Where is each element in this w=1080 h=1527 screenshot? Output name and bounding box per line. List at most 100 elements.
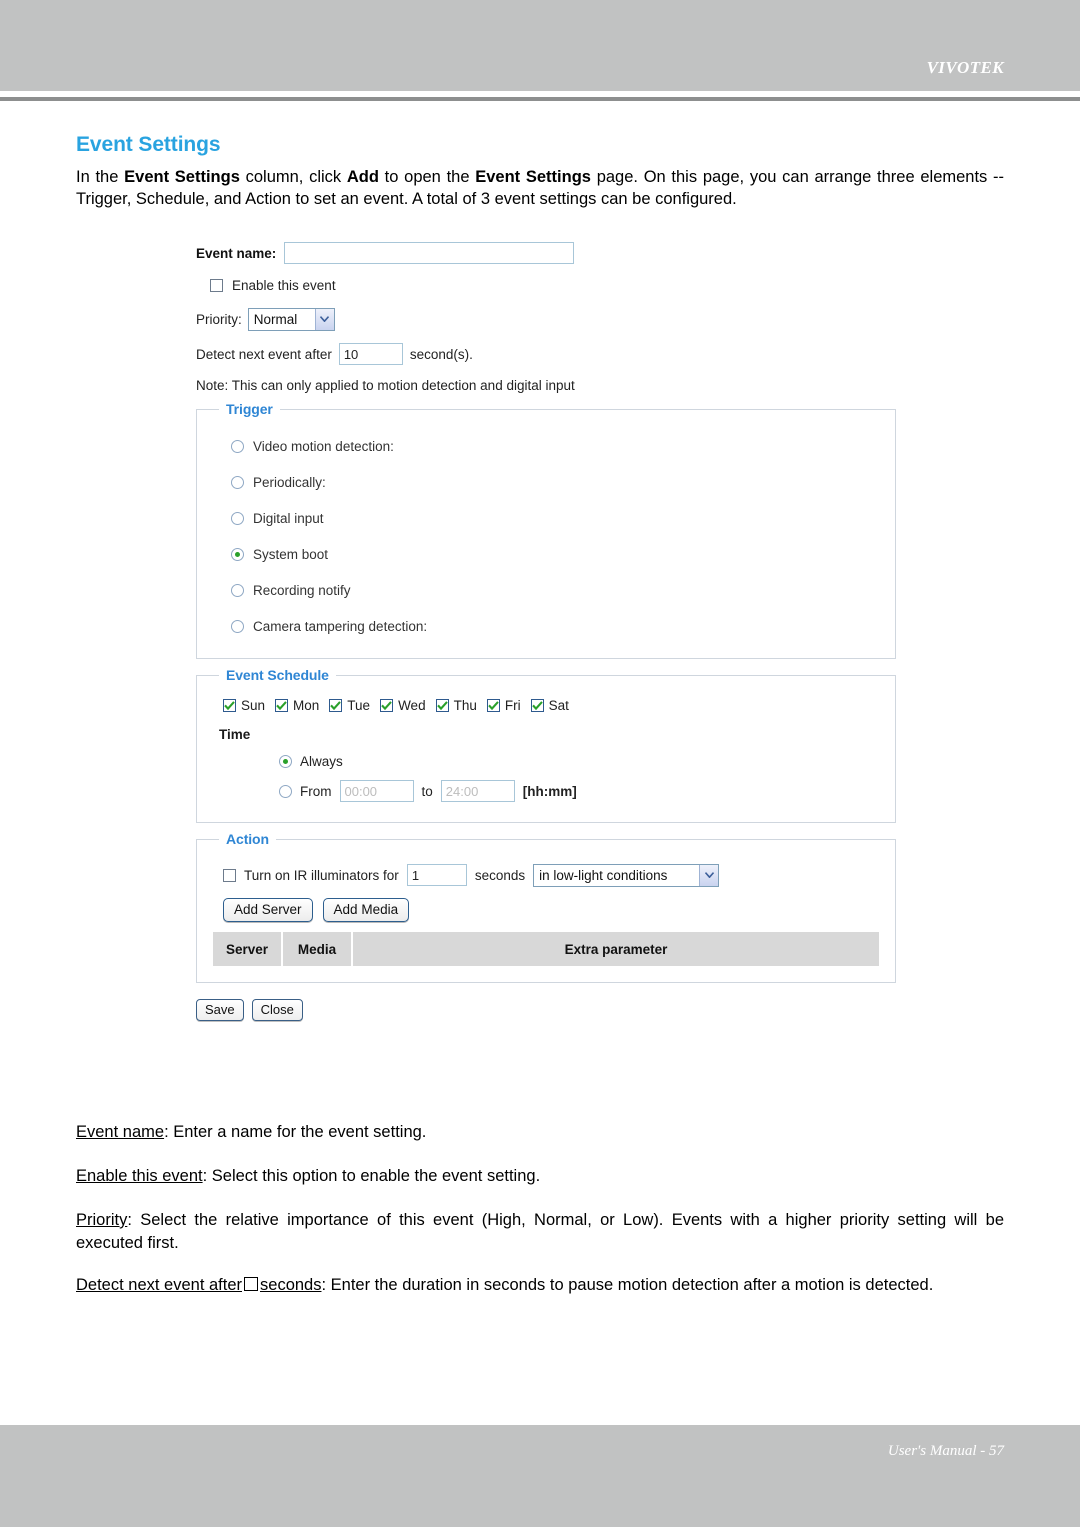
- weekday-checkbox-row: Sun Mon Tue Wed Thu Fri Sat: [211, 698, 881, 713]
- radio-recording-notify[interactable]: [231, 583, 244, 597]
- intro-bold-2: Add: [346, 168, 379, 186]
- event-name-input[interactable]: [284, 242, 575, 264]
- trigger-label-recording-notify: Recording notify: [253, 582, 351, 598]
- ir-illuminator-label: Turn on IR illuminators for: [244, 867, 399, 883]
- page-header-bar: [0, 0, 1080, 91]
- checkbox-sat[interactable]: [530, 699, 544, 712]
- weekday-wed[interactable]: Wed: [380, 698, 426, 713]
- page-title: Event Settings: [76, 133, 221, 156]
- trigger-group: Trigger Video motion detection: Periodic…: [196, 401, 896, 659]
- enable-event-checkbox[interactable]: [210, 278, 223, 292]
- time-section-label: Time: [219, 727, 251, 742]
- checkbox-fri[interactable]: [486, 699, 500, 712]
- time-option-range[interactable]: From to [hh:mm]: [211, 780, 881, 802]
- add-media-button[interactable]: Add Media: [322, 898, 410, 922]
- time-to-label: to: [421, 783, 433, 799]
- radio-periodically[interactable]: [231, 475, 244, 489]
- time-format-hint: [hh:mm]: [522, 783, 577, 799]
- ir-illuminator-checkbox[interactable]: [223, 868, 236, 882]
- action-table: Server Media Extra parameter: [211, 932, 881, 966]
- trigger-option-video-motion-detection[interactable]: Video motion detection:: [211, 428, 881, 464]
- action-table-col-server: Server: [213, 932, 281, 966]
- enable-event-label: Enable this event: [232, 277, 336, 293]
- action-table-header-row: Server Media Extra parameter: [213, 932, 879, 966]
- weekday-fri[interactable]: Fri: [486, 698, 521, 713]
- action-buttons-row: Add Server Add Media: [211, 898, 881, 922]
- chevron-down-icon[interactable]: [314, 308, 334, 330]
- event-settings-panel: Event name: Enable this event Priority: …: [196, 238, 896, 1021]
- ir-seconds-label: seconds: [474, 867, 526, 883]
- radio-always[interactable]: [279, 755, 292, 768]
- action-table-col-media: Media: [283, 932, 351, 966]
- dialog-buttons-row: Save Close: [196, 999, 896, 1021]
- weekday-label-sat: Sat: [548, 698, 569, 713]
- radio-digital-input[interactable]: [231, 511, 244, 525]
- trigger-option-recording-notify[interactable]: Recording notify: [211, 572, 881, 608]
- detect-next-event-input[interactable]: [338, 343, 403, 365]
- time-from-label: From: [300, 783, 332, 799]
- radio-selected-dot: [235, 551, 240, 557]
- weekday-label-tue: Tue: [347, 698, 371, 713]
- checkbox-thu[interactable]: [435, 699, 449, 712]
- intro-text-3: to open the: [378, 168, 476, 186]
- radio-video-motion-detection[interactable]: [231, 439, 244, 453]
- detect-next-event-label: Detect next event after: [196, 346, 332, 362]
- weekday-thu[interactable]: Thu: [435, 698, 477, 713]
- radio-camera-tampering-detection[interactable]: [231, 619, 244, 633]
- time-option-always[interactable]: Always: [211, 754, 881, 769]
- weekday-mon[interactable]: Mon: [275, 698, 319, 713]
- event-name-row: Event name:: [196, 238, 896, 268]
- detect-next-event-suffix: second(s).: [409, 346, 473, 362]
- event-schedule-legend: Event Schedule: [219, 667, 336, 683]
- enable-event-row: Enable this event: [196, 268, 896, 302]
- time-to-input[interactable]: [440, 780, 515, 802]
- trigger-option-digital-input[interactable]: Digital input: [211, 500, 881, 536]
- description-text-event-name: : Enter a name for the event setting.: [164, 1123, 427, 1141]
- radio-always-dot: [283, 759, 288, 764]
- header-divider: [0, 97, 1080, 101]
- action-table-col-extra-parameter: Extra parameter: [353, 932, 879, 966]
- footer-page-label: User's Manual - 57: [887, 1443, 1004, 1459]
- intro-bold-3: Event Settings: [475, 168, 591, 186]
- description-term-detect-next-event: Detect next event after: [76, 1276, 243, 1294]
- event-name-label: Event name:: [196, 245, 277, 261]
- intro-bold-1: Event Settings: [124, 168, 240, 186]
- priority-label: Priority:: [196, 311, 242, 327]
- weekday-label-fri: Fri: [504, 698, 521, 713]
- detect-next-event-row: Detect next event after second(s).: [196, 336, 896, 372]
- weekday-tue[interactable]: Tue: [329, 698, 370, 713]
- description-text-detect-next-event: : Enter the duration in seconds to pause…: [321, 1276, 934, 1294]
- description-term-priority: Priority: [76, 1211, 128, 1229]
- close-button[interactable]: Close: [251, 999, 303, 1021]
- checkbox-tue[interactable]: [329, 699, 343, 712]
- chevron-down-icon[interactable]: [699, 864, 719, 886]
- priority-select[interactable]: Normal: [247, 307, 335, 331]
- checkbox-sun[interactable]: [223, 699, 236, 712]
- trigger-legend: Trigger: [219, 401, 280, 417]
- weekday-sat[interactable]: Sat: [530, 698, 569, 713]
- ir-seconds-input[interactable]: [406, 864, 467, 886]
- ir-condition-select[interactable]: in low-light conditions: [533, 863, 720, 887]
- weekday-sun[interactable]: Sun: [223, 698, 265, 713]
- trigger-option-camera-tampering-detection[interactable]: Camera tampering detection:: [211, 608, 881, 644]
- event-schedule-group: Event Schedule Sun Mon Tue Wed Thu Fri S…: [196, 667, 896, 823]
- radio-system-boot[interactable]: [231, 547, 244, 561]
- save-button[interactable]: Save: [196, 999, 244, 1021]
- checkbox-mon[interactable]: [275, 699, 289, 712]
- time-from-input[interactable]: [339, 780, 414, 802]
- intro-text-2: column, click: [239, 168, 347, 186]
- trigger-option-system-boot[interactable]: System boot: [211, 536, 881, 572]
- trigger-label-periodically: Periodically:: [253, 474, 326, 490]
- description-term-event-name: Event name: [76, 1123, 165, 1141]
- trigger-label-system-boot: System boot: [253, 546, 329, 562]
- action-legend: Action: [219, 831, 276, 847]
- radio-time-range[interactable]: [279, 784, 292, 798]
- action-table-head: Server Media Extra parameter: [213, 932, 879, 966]
- description-term-enable-this-event: Enable this event: [76, 1167, 203, 1185]
- trigger-option-periodically[interactable]: Periodically:: [211, 464, 881, 500]
- weekday-label-wed: Wed: [398, 698, 426, 713]
- intro-text-1: In the: [76, 168, 125, 186]
- page-footer-bar: [0, 1425, 1080, 1527]
- checkbox-wed[interactable]: [380, 699, 394, 712]
- add-server-button[interactable]: Add Server: [223, 898, 313, 922]
